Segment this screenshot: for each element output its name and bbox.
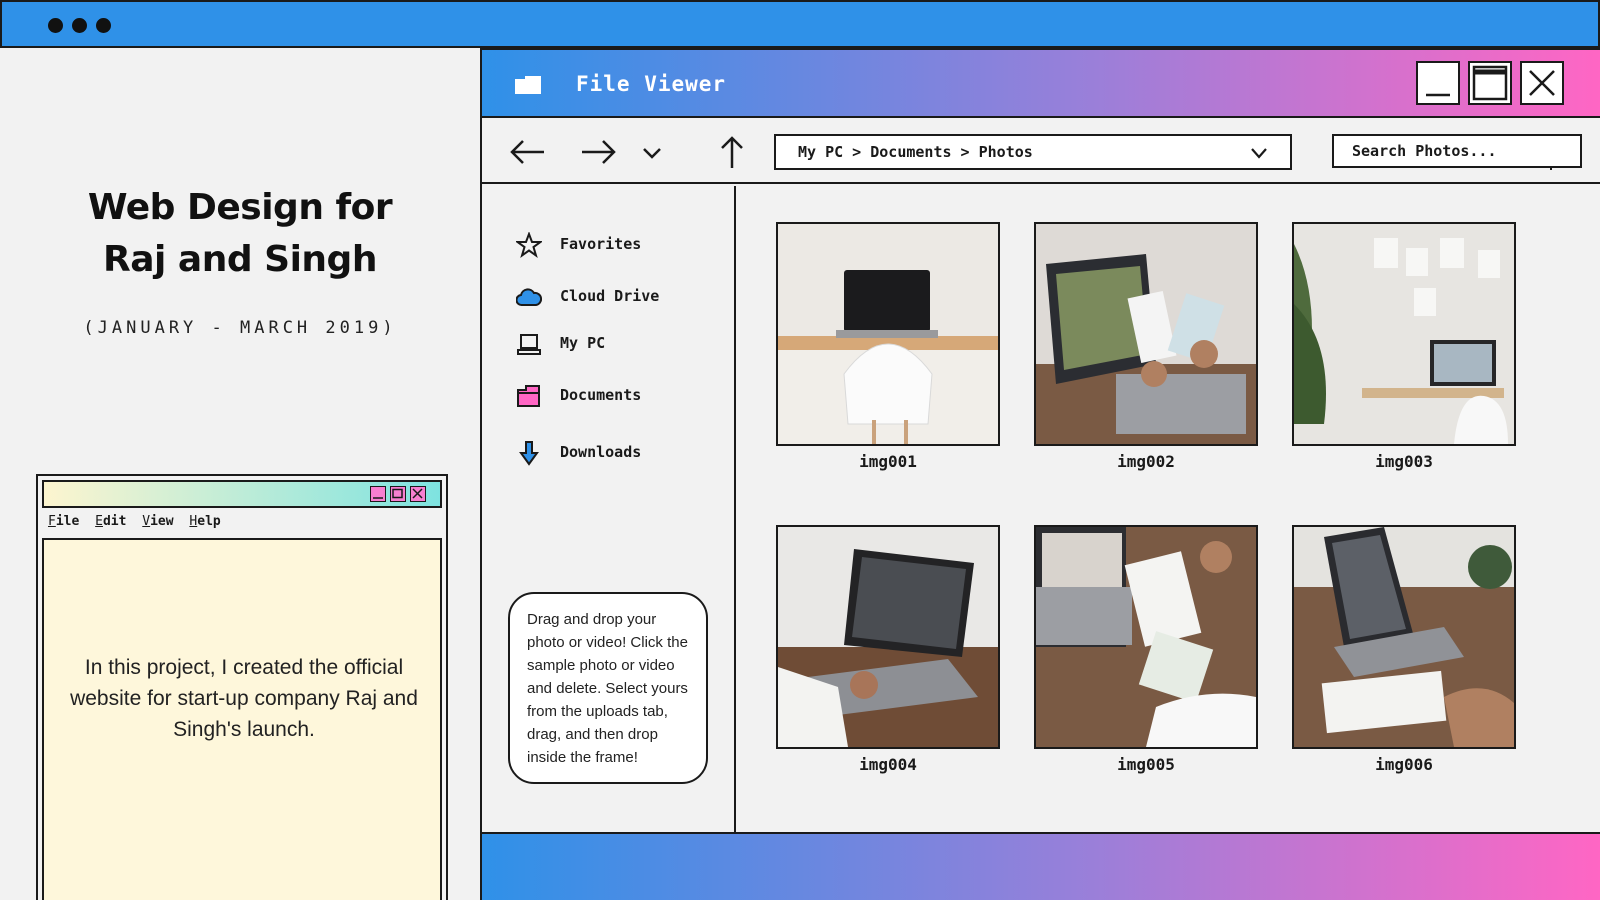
- forward-arrow-icon[interactable]: [578, 134, 618, 170]
- search-input[interactable]: Search Photos...: [1332, 134, 1582, 168]
- maximize-icon: [1472, 65, 1508, 101]
- file-name-img002: img002: [1117, 452, 1175, 471]
- file-name-img006: img006: [1375, 755, 1433, 774]
- menu-view[interactable]: View: [142, 514, 173, 529]
- sidebar: Favorites Cloud Drive My PC Documents Do…: [482, 186, 736, 832]
- notepad-text-area[interactable]: In this project, I created the official …: [42, 538, 442, 900]
- sidebar-item-label: Favorites: [560, 235, 642, 253]
- menu-file[interactable]: File: [48, 514, 79, 529]
- window-dot-2[interactable]: [72, 18, 87, 33]
- page-title: Web Design for Raj and Singh: [40, 182, 440, 286]
- minimize-button[interactable]: [1416, 61, 1460, 105]
- laptop-icon: [517, 334, 541, 355]
- sidebar-item-downloads[interactable]: Downloads: [516, 438, 716, 468]
- chevron-down-icon[interactable]: [632, 134, 672, 170]
- chevron-down-icon[interactable]: [1250, 146, 1268, 160]
- sidebar-item-label: Downloads: [560, 443, 642, 461]
- laptop-papers-photo: [1294, 527, 1514, 747]
- sidebar-item-label: Documents: [560, 386, 642, 404]
- sidebar-item-my-pc[interactable]: My PC: [516, 329, 716, 359]
- file-viewer-titlebar: File Viewer: [482, 50, 1600, 118]
- menu-help[interactable]: Help: [189, 514, 220, 529]
- drag-drop-tip: Drag and drop your photo or video! Click…: [508, 592, 708, 784]
- photo-review-photo: [1036, 224, 1256, 444]
- close-icon[interactable]: [410, 486, 426, 502]
- sidebar-item-documents[interactable]: Documents: [516, 381, 716, 411]
- cloud-icon: [516, 288, 542, 306]
- up-arrow-icon[interactable]: [712, 134, 752, 170]
- address-bar[interactable]: My PC > Documents > Photos: [774, 134, 1580, 170]
- notepad-titlebar: [42, 480, 442, 508]
- photo-thumbnail-img002[interactable]: [1034, 222, 1258, 446]
- photo-thumbnail-img004[interactable]: [776, 525, 1000, 749]
- address-path: My PC > Documents > Photos: [798, 143, 1033, 161]
- menu-edit[interactable]: Edit: [95, 514, 126, 529]
- maximize-button[interactable]: [1468, 61, 1512, 105]
- window-dot-3[interactable]: [96, 18, 111, 33]
- home-office-photo: [1294, 224, 1514, 444]
- title-line-1: Web Design for: [87, 187, 393, 228]
- printed-photos-photo: [1036, 527, 1256, 747]
- laptop-photos-photo: [778, 527, 998, 747]
- close-button[interactable]: [1520, 61, 1564, 105]
- browser-top-bar: [0, 0, 1600, 48]
- notepad-window: File Edit View Help In this project, I c…: [36, 474, 448, 900]
- minimize-icon[interactable]: [370, 486, 386, 502]
- download-arrow-icon: [519, 441, 539, 466]
- project-description: In this project, I created the official …: [70, 656, 418, 741]
- notepad-menu-bar: File Edit View Help: [48, 514, 229, 529]
- folder-icon: [517, 385, 540, 407]
- back-arrow-icon[interactable]: [508, 134, 548, 170]
- sidebar-item-cloud-drive[interactable]: Cloud Drive: [516, 282, 716, 312]
- star-icon: [516, 232, 542, 258]
- minimize-icon: [1426, 93, 1450, 97]
- photo-thumbnail-img003[interactable]: [1292, 222, 1516, 446]
- window-title: File Viewer: [576, 72, 727, 96]
- sidebar-item-favorites[interactable]: Favorites: [516, 230, 716, 260]
- title-line-2: Raj and Singh: [103, 239, 377, 280]
- laptop-desk-photo: [778, 224, 998, 444]
- file-name-img001: img001: [859, 452, 917, 471]
- sidebar-item-label: My PC: [560, 334, 606, 352]
- file-viewer-window: File Viewer My PC > Documents > Photos S…: [480, 48, 1600, 900]
- date-range-subtitle: (JANUARY - MARCH 2019): [83, 318, 397, 338]
- sidebar-item-label: Cloud Drive: [560, 287, 660, 305]
- photo-thumbnail-img005[interactable]: [1034, 525, 1258, 749]
- folder-icon: [515, 76, 541, 94]
- maximize-icon[interactable]: [390, 486, 406, 502]
- window-dot-1[interactable]: [48, 18, 63, 33]
- photo-thumbnail-img006[interactable]: [1292, 525, 1516, 749]
- file-name-img004: img004: [859, 755, 917, 774]
- file-name-img003: img003: [1375, 452, 1433, 471]
- file-name-img005: img005: [1117, 755, 1175, 774]
- close-icon: [1529, 70, 1555, 96]
- file-viewer-status-bar: [482, 832, 1600, 900]
- photo-thumbnail-img001[interactable]: [776, 222, 1000, 446]
